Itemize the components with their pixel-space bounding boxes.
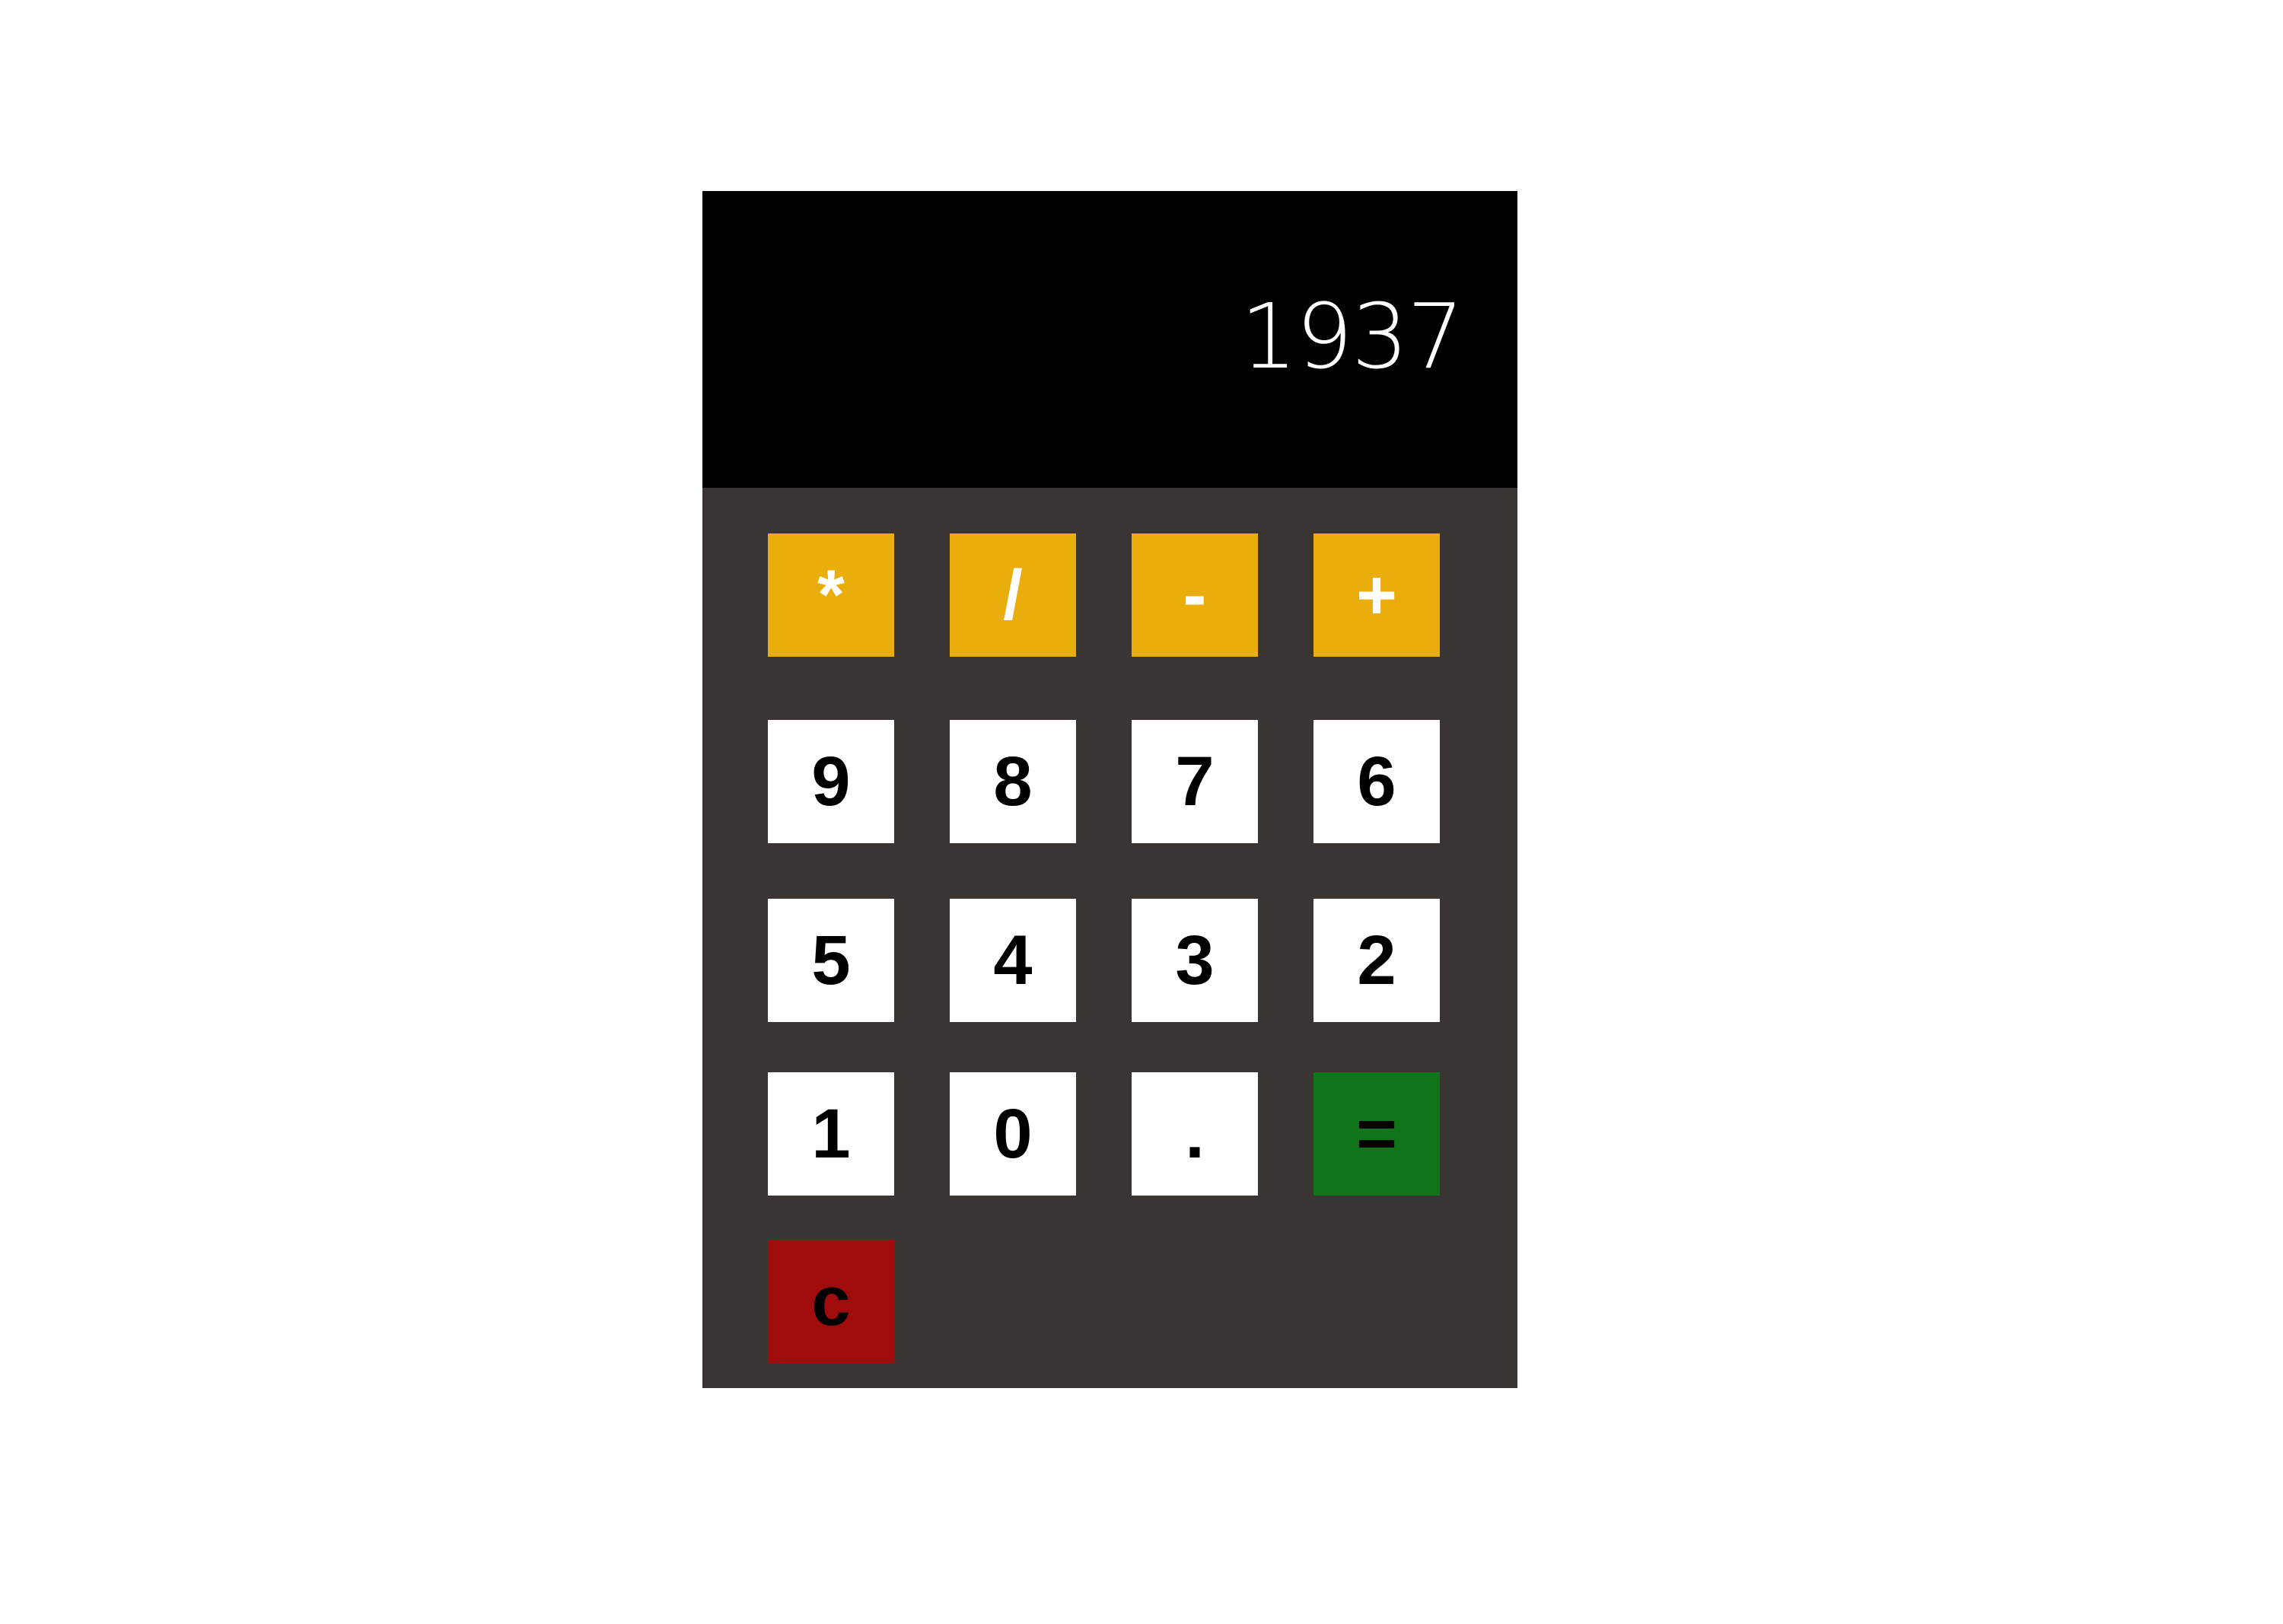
- display-value: 1937: [1240, 284, 1464, 389]
- digit-6-button[interactable]: 6: [1313, 720, 1440, 843]
- multiply-button[interactable]: *: [768, 533, 894, 657]
- digit-3-button[interactable]: 3: [1132, 899, 1258, 1022]
- digit-5-button[interactable]: 5: [768, 899, 894, 1022]
- add-button[interactable]: +: [1313, 533, 1440, 657]
- clear-button[interactable]: c: [768, 1240, 894, 1363]
- digit-1-button[interactable]: 1: [768, 1072, 894, 1196]
- digit-9-button[interactable]: 9: [768, 720, 894, 843]
- digit-8-button[interactable]: 8: [950, 720, 1076, 843]
- decimal-button[interactable]: .: [1132, 1072, 1258, 1196]
- digit-0-button[interactable]: 0: [950, 1072, 1076, 1196]
- digit-7-button[interactable]: 7: [1132, 720, 1258, 843]
- subtract-button[interactable]: -: [1132, 533, 1258, 657]
- equals-button[interactable]: =: [1313, 1072, 1440, 1196]
- divide-button[interactable]: /: [950, 533, 1076, 657]
- digit-2-button[interactable]: 2: [1313, 899, 1440, 1022]
- digit-4-button[interactable]: 4: [950, 899, 1076, 1022]
- calculator: 1937 * / - + 9 8 7 6 5 4 3 2 1 0 . = c: [702, 191, 1517, 1388]
- display-panel: 1937: [702, 191, 1517, 488]
